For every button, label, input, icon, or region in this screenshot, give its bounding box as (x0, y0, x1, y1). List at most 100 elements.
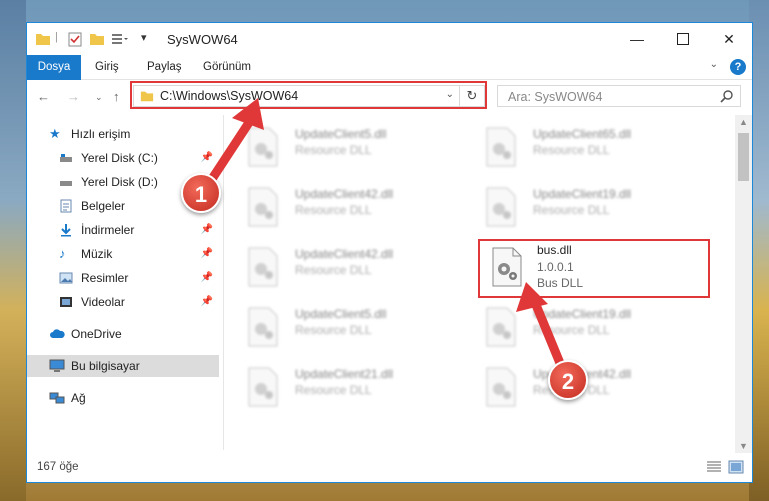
music-icon: ♪ (59, 246, 66, 261)
star-icon: ★ (49, 126, 61, 141)
sidebar-item-downloads[interactable]: İndirmeler 📌 (27, 219, 219, 241)
dll-file-icon (486, 187, 516, 227)
download-icon (61, 224, 71, 237)
details-view-icon[interactable] (706, 460, 722, 474)
scroll-up-icon[interactable]: ▲ (739, 117, 748, 127)
file-name: UpdateClient5.dll (295, 307, 387, 321)
file-name: UpdateClient21.dll (295, 367, 394, 381)
sidebar-item-label: OneDrive (71, 327, 122, 341)
sidebar-item-music[interactable]: ♪ Müzik 📌 (27, 243, 219, 265)
scrollbar-thumb[interactable] (738, 133, 749, 181)
documents-icon (60, 199, 72, 213)
sidebar-item-local-disk-c[interactable]: Yerel Disk (C:) 📌 (27, 147, 219, 169)
list-item[interactable]: UpdateClient42.dll Resource DLL (247, 183, 467, 235)
recent-locations-icon[interactable]: ⌄ (95, 92, 103, 103)
minimize-button[interactable]: — (614, 23, 660, 55)
vertical-scrollbar[interactable]: ▲ ▼ (735, 115, 752, 453)
sidebar-item-label: İndirmeler (81, 223, 135, 237)
help-icon[interactable]: ? (730, 59, 746, 75)
dll-file-icon (486, 367, 516, 407)
tab-view[interactable]: Görünüm (203, 55, 251, 79)
status-bar: 167 öğe (27, 454, 752, 482)
video-icon (60, 297, 72, 307)
pin-icon[interactable]: 📌 (201, 267, 213, 289)
search-box (497, 85, 741, 107)
sidebar-item-label: Müzik (81, 247, 113, 261)
sidebar-item-label: Yerel Disk (C:) (81, 151, 158, 165)
file-name: UpdateClient42.dll (295, 187, 394, 201)
drive-icon (60, 181, 72, 186)
sidebar-item-label: Hızlı erişim (71, 127, 131, 141)
sidebar-item-onedrive[interactable]: OneDrive (27, 323, 219, 345)
item-count: 167 öğe (37, 461, 79, 473)
list-item[interactable]: UpdateClient19.dll Resource DLL (485, 183, 705, 235)
file-name: UpdateClient19.dll (533, 307, 632, 321)
pin-icon[interactable]: 📌 (201, 147, 213, 169)
sidebar-item-label: Belgeler (81, 199, 126, 213)
file-description: Resource DLL (295, 143, 372, 157)
file-highlight-box (478, 239, 710, 298)
dropdown-icon[interactable]: ▾ (141, 31, 147, 47)
file-description: Resource DLL (533, 323, 610, 337)
sidebar-item-network[interactable]: Ağ (27, 387, 219, 409)
drive-icon (60, 154, 72, 162)
tab-home[interactable]: Giriş (95, 55, 119, 79)
step-2-badge: 2 (548, 360, 588, 400)
expand-ribbon-icon[interactable]: ⌄ (710, 59, 718, 70)
file-name: UpdateClient19.dll (533, 187, 632, 201)
sidebar-item-label: Resimler (81, 271, 129, 285)
dll-file-icon (486, 127, 516, 167)
list-item[interactable]: UpdateClient42.dll Resource DLL (247, 243, 467, 295)
list-item[interactable]: UpdateClient5.dll Resource DLL (247, 303, 467, 355)
sidebar-item-videos[interactable]: Videolar 📌 (27, 291, 219, 313)
search-input[interactable] (506, 87, 710, 107)
sidebar-item-label: Videolar (81, 295, 125, 309)
dll-file-icon (248, 367, 278, 407)
dll-file-icon (486, 307, 516, 347)
properties-icon[interactable] (67, 31, 83, 47)
list-item[interactable]: UpdateClient42.dll Resource DLL (485, 363, 705, 415)
forward-arrow-icon[interactable]: → (67, 89, 80, 104)
customize-toolbar-icon[interactable] (111, 31, 129, 47)
up-arrow-icon[interactable]: ↑ (113, 89, 120, 104)
file-name: UpdateClient42.dll (295, 247, 394, 261)
sidebar-item-quick-access[interactable]: ★ Hızlı erişim (27, 123, 219, 145)
dll-file-icon (248, 127, 278, 167)
dll-file-icon (248, 307, 278, 347)
dll-file-icon (248, 187, 278, 227)
file-description: Resource DLL (295, 263, 372, 277)
scroll-down-icon[interactable]: ▼ (739, 441, 748, 451)
pin-icon[interactable]: 📌 (201, 219, 213, 241)
list-item[interactable]: UpdateClient21.dll Resource DLL (247, 363, 467, 415)
file-description: Resource DLL (533, 143, 610, 157)
maximize-button[interactable] (660, 23, 706, 55)
sidebar-item-this-pc[interactable]: Bu bilgisayar (27, 355, 219, 377)
sidebar-item-pictures[interactable]: Resimler 📌 (27, 267, 219, 289)
ribbon-tabs: Dosya Giriş Paylaş Görünüm ⌄ ? (27, 55, 752, 107)
pin-icon[interactable]: 📌 (201, 291, 213, 313)
list-item[interactable]: UpdateClient5.dll Resource DLL (247, 123, 467, 175)
minimize-icon: — (630, 31, 644, 47)
large-icons-view-icon[interactable] (728, 460, 744, 474)
dll-file-icon (248, 247, 278, 287)
file-description: Resource DLL (295, 203, 372, 217)
new-folder-icon[interactable] (89, 31, 105, 47)
close-button[interactable]: ✕ (706, 23, 752, 55)
title-bar: | ▾ SysWOW64 — ✕ (27, 23, 752, 55)
address-highlight-box (130, 81, 487, 109)
file-description: Resource DLL (295, 323, 372, 337)
folder-icon (36, 34, 50, 45)
cloud-icon (50, 329, 65, 338)
separator: | (55, 31, 58, 43)
file-name: UpdateClient5.dll (295, 127, 387, 141)
list-item[interactable]: UpdateClient19.dll Resource DLL (485, 303, 705, 355)
desktop-background-left (0, 0, 26, 501)
search-icon[interactable] (720, 89, 734, 103)
tab-share[interactable]: Paylaş (147, 55, 182, 79)
file-description: Resource DLL (295, 383, 372, 397)
list-item[interactable]: UpdateClient65.dll Resource DLL (485, 123, 705, 175)
window-title: SysWOW64 (167, 32, 238, 47)
back-arrow-icon[interactable]: ← (37, 89, 50, 104)
pin-icon[interactable]: 📌 (201, 243, 213, 265)
computer-icon (49, 359, 65, 372)
